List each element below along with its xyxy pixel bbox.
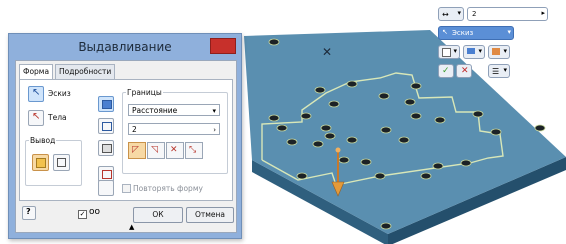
dialog-title: Выдавливание <box>78 40 172 54</box>
help-button[interactable]: ? <box>22 206 36 220</box>
tab-more-label: Подробности <box>59 67 112 76</box>
help-icon: ? <box>26 207 31 216</box>
direction-symmetric-button[interactable]: ✕ <box>166 142 184 159</box>
ok-button[interactable]: ОК <box>133 207 183 223</box>
check-icon: ✓ <box>442 66 450 76</box>
new-solid-icon <box>102 170 112 179</box>
match-shape-button[interactable] <box>98 180 114 196</box>
extents-type-dropdown[interactable]: Расстояние ▾ <box>128 104 220 116</box>
output-surface-button[interactable] <box>53 154 70 171</box>
mini-direction-dropdown[interactable]: ▾ <box>463 45 485 59</box>
close-button[interactable]: ✕ <box>210 38 332 59</box>
direction-flipped-icon: ◹ <box>151 145 158 155</box>
mini-operation-dropdown[interactable]: ▾ <box>488 45 510 59</box>
operation-icon <box>492 48 500 55</box>
shape-tab-panel: ↖ Эскиз ↖ Тела Вывод Границы Расстояние … <box>19 79 233 201</box>
output-label: Вывод <box>29 136 57 145</box>
select-cursor-icon: ↖ <box>32 87 41 98</box>
tab-more[interactable]: Подробности <box>55 64 116 79</box>
match-shape-label: Повторять форму <box>133 184 203 193</box>
cancel-button[interactable]: Отмена <box>186 207 234 223</box>
tab-shape[interactable]: Форма <box>19 64 54 80</box>
direction-asymmetric-button[interactable]: ⤡ <box>185 142 203 159</box>
chevron-down-icon: ▾ <box>457 9 461 17</box>
dialog-body: Форма Подробности ↖ Эскиз ↖ Тела Вывод Г… <box>15 60 237 233</box>
glasses-icon: oo <box>89 207 101 217</box>
join-icon <box>102 100 112 109</box>
direction-default-icon: ◸ <box>132 145 139 155</box>
distance-input[interactable]: 2 › <box>128 123 220 135</box>
direction-asymmetric-icon: ⤡ <box>189 145 197 155</box>
chevron-down-icon: ▾ <box>478 47 482 55</box>
intersect-button[interactable] <box>98 140 114 156</box>
chevron-down-icon: ▾ <box>503 47 507 55</box>
chevron-down-icon: ▾ <box>212 107 216 115</box>
preview-checkbox[interactable]: ✓ <box>78 210 87 219</box>
close-icon: ✕ <box>321 45 333 59</box>
mini-profile-label: Эскиз <box>452 29 474 37</box>
match-shape-checkbox[interactable] <box>122 184 131 193</box>
chevron-right-icon: › <box>213 126 216 134</box>
list-icon: ☰ <box>492 67 500 76</box>
surface-cube-icon <box>57 158 66 167</box>
direction-buttons: ◸ ◹ ✕ ⤡ <box>128 142 218 159</box>
solids-select-button[interactable]: ↖ <box>28 110 44 126</box>
mini-cancel-button[interactable]: ✕ <box>456 64 472 78</box>
mini-distance-input[interactable]: 2 ▸ <box>467 7 548 21</box>
profiles-label: Эскиз <box>48 89 71 98</box>
profile-select-button[interactable]: ↖ <box>28 86 44 102</box>
solid-output-icon <box>442 48 451 57</box>
extent-type-dropdown[interactable]: ↔ ▾ <box>438 7 464 21</box>
extrude-dialog: Выдавливание ✕ Форма Подробности ↖ Эскиз… <box>8 33 332 239</box>
mini-profile-selector[interactable]: ↖ Эскиз ▾ <box>438 26 514 40</box>
mini-toolbar: ↔ ▾ 2 ▸ ↖ Эскиз ▾ ▾ ▾ ▾ ✓ ✕ ☰ ▾ <box>436 4 550 84</box>
distance-value: 2 <box>132 125 137 134</box>
solids-label: Тела <box>48 113 67 122</box>
mini-distance-value: 2 <box>472 10 477 18</box>
close-icon: ✕ <box>461 66 469 76</box>
direction-icon <box>467 48 475 54</box>
cut-icon <box>102 122 112 131</box>
distance-extent-icon: ↔ <box>442 10 449 19</box>
intersect-icon <box>102 144 112 153</box>
extents-type-value: Расстояние <box>132 106 178 115</box>
solid-cube-icon <box>36 158 46 168</box>
expand-arrow-icon[interactable]: ▲ <box>129 223 134 231</box>
cut-button[interactable] <box>98 118 114 134</box>
tab-shape-label: Форма <box>23 67 50 76</box>
direction-symmetric-icon: ✕ <box>170 145 178 155</box>
dialog-titlebar[interactable]: Выдавливание ✕ <box>9 34 332 60</box>
chevron-right-icon: ▸ <box>541 9 545 17</box>
chevron-down-icon: ▾ <box>503 66 507 74</box>
select-cursor-icon: ↖ <box>32 111 41 122</box>
chevron-down-icon: ▾ <box>453 47 457 55</box>
direction-flipped-button[interactable]: ◹ <box>147 142 165 159</box>
select-cursor-icon: ↖ <box>442 28 448 36</box>
extents-label: Границы <box>126 88 163 97</box>
cancel-label: Отмена <box>194 210 226 219</box>
ok-label: ОК <box>152 210 164 219</box>
chevron-down-icon: ▾ <box>507 28 511 36</box>
join-button[interactable] <box>98 96 114 112</box>
mini-more-options[interactable]: ☰ ▾ <box>488 64 510 78</box>
mini-ok-button[interactable]: ✓ <box>438 64 454 78</box>
output-solid-button[interactable] <box>32 154 49 171</box>
direction-default-button[interactable]: ◸ <box>128 142 146 159</box>
